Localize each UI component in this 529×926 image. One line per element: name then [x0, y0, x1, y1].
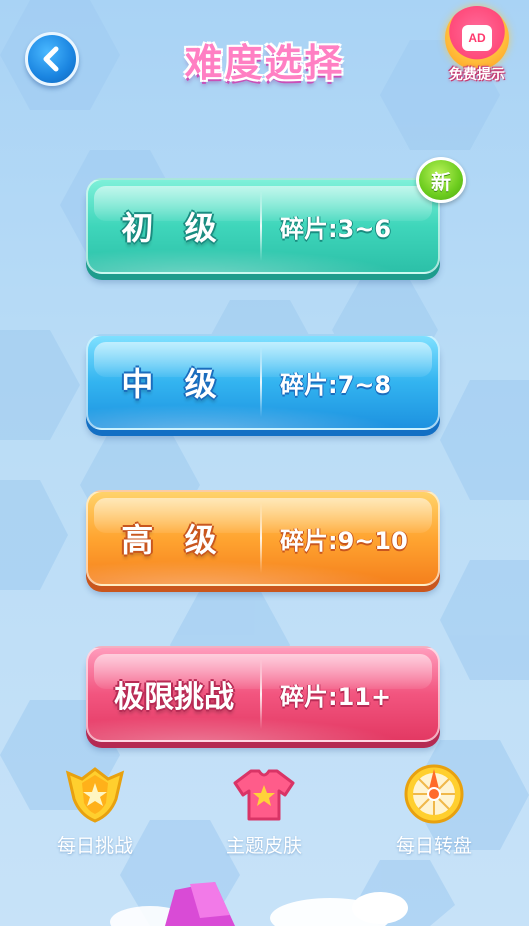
level-name: 初 级 [121, 209, 227, 247]
level-intermediate-button[interactable]: 中 级 碎片:7~8 [86, 334, 440, 430]
level-name: 高 级 [121, 521, 227, 559]
daily-challenge-button[interactable]: 每日挑战 [25, 765, 165, 858]
level-pieces: 碎片:9~10 [280, 526, 408, 555]
level-name: 中 级 [121, 365, 227, 403]
level-beginner-button[interactable]: 初 级 碎片:3~6 [86, 178, 440, 274]
level-pieces: 碎片:3~6 [280, 214, 392, 243]
bottom-nav: 每日挑战 主题皮肤 每日转盘 [0, 764, 529, 865]
level-pieces: 碎片:7~8 [280, 370, 392, 399]
theme-skin-button[interactable]: 主题皮肤 [194, 765, 334, 858]
daily-challenge-label: 每日挑战 [56, 835, 133, 857]
level-pieces: 碎片:11+ [280, 682, 392, 711]
header: 难度选择 AD 免费提示 [0, 0, 529, 110]
bottom-decoration [0, 860, 529, 926]
level-advanced-button[interactable]: 高 级 碎片:9~10 [86, 490, 440, 586]
wheel-icon [401, 764, 467, 824]
theme-skin-label: 主题皮肤 [225, 835, 302, 857]
shirt-icon [231, 765, 297, 823]
level-extreme-challenge-button[interactable]: 极限挑战 碎片:11+ [86, 646, 440, 742]
new-badge: 新 [416, 157, 466, 203]
free-hint-ad-button[interactable]: AD 免费提示 [439, 6, 515, 92]
ad-screen-label: AD [462, 25, 492, 51]
daily-wheel-label: 每日转盘 [395, 835, 472, 857]
free-hint-label: 免费提示 [449, 67, 505, 83]
daily-wheel-button[interactable]: 每日转盘 [364, 764, 504, 858]
ad-video-icon: AD [445, 6, 509, 70]
star-shield-icon [62, 765, 128, 823]
level-name: 极限挑战 [114, 680, 234, 715]
